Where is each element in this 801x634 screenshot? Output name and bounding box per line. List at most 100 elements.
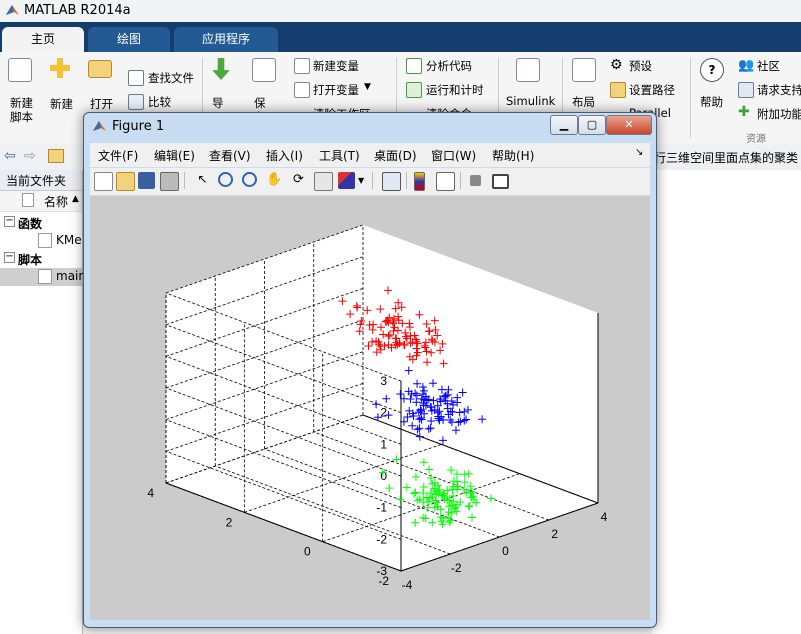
- minimize-button[interactable]: ▁: [550, 115, 578, 135]
- show-plot-tools-icon[interactable]: [492, 174, 509, 189]
- import-data-button[interactable]: 导入 数据: [210, 58, 232, 152]
- preferences-label: 预设: [629, 59, 652, 73]
- z-tick-label: -2: [376, 532, 387, 546]
- hide-plot-tools-icon[interactable]: [470, 175, 481, 186]
- back-arrow-icon[interactable]: ⇦: [4, 148, 16, 164]
- compare-label: 比较: [148, 95, 171, 109]
- y-tick-label: 4: [147, 486, 154, 500]
- menu-desktop[interactable]: 桌面(D): [374, 147, 417, 164]
- add-ons-label: 附加功能: [757, 107, 801, 121]
- new-button[interactable]: 新建: [50, 58, 73, 111]
- save-figure-icon[interactable]: [138, 172, 155, 189]
- new-variable-label: 新建变量: [313, 59, 359, 73]
- name-column-header[interactable]: 名称 ▲: [0, 191, 82, 212]
- collapse-icon[interactable]: −: [4, 216, 15, 227]
- pointer-arrow-icon[interactable]: ↖: [194, 172, 211, 189]
- sort-arrow-icon: ▲: [72, 194, 79, 204]
- up-folder-icon[interactable]: [48, 149, 64, 163]
- x-tick-label: -4: [402, 578, 413, 592]
- simulink-label: Simulink: [506, 94, 556, 108]
- matlab-logo-icon: [93, 121, 106, 131]
- open-variable-icon: [294, 82, 310, 98]
- current-folder-panel: 当前文件夹 名称 ▲ − 函数 KMe − 脚本 main: [0, 170, 86, 634]
- brush-dropdown-icon[interactable]: ▼: [358, 172, 366, 189]
- brush-icon[interactable]: [338, 172, 355, 189]
- find-files-icon: [128, 70, 144, 86]
- figure-title: Figure 1: [112, 119, 165, 134]
- scatter3d-plot[interactable]: 3210-1-2-3-4-2024420-2: [90, 196, 650, 620]
- link-plot-icon[interactable]: [382, 172, 401, 191]
- group-scripts[interactable]: − 脚本: [0, 250, 82, 268]
- app-title: MATLAB R2014a: [24, 3, 131, 18]
- list-item[interactable]: KMe: [0, 232, 82, 250]
- new-plus-icon: [50, 58, 70, 78]
- layout-label: 布局: [572, 95, 595, 109]
- toolbar-separator: [460, 172, 461, 189]
- gear-icon: ⚙: [610, 57, 623, 73]
- tab-home[interactable]: 主页: [2, 27, 84, 52]
- data-cursor-icon[interactable]: [314, 172, 333, 191]
- forward-arrow-icon[interactable]: ⇨: [24, 148, 36, 164]
- ribbon-divider: [690, 58, 691, 138]
- tab-apps[interactable]: 应用程序: [174, 27, 278, 52]
- simulink-icon: [516, 58, 540, 82]
- tab-plots[interactable]: 绘图: [88, 27, 170, 52]
- menu-window[interactable]: 窗口(W): [431, 147, 476, 164]
- y-tick-label: -2: [378, 574, 389, 588]
- z-tick-label: -1: [376, 501, 387, 515]
- legend-icon[interactable]: [436, 172, 455, 191]
- dropdown-arrow-icon: ▼: [364, 82, 371, 92]
- colorbar-icon[interactable]: [414, 172, 425, 191]
- figure-canvas[interactable]: 3 2 1 0 -1 -2 -3 -4 -2 0 2 4 4 2 0 -2: [90, 196, 650, 620]
- menu-edit[interactable]: 编辑(E): [154, 147, 195, 164]
- menu-file[interactable]: 文件(F): [98, 147, 138, 164]
- scripts-group-label: 脚本: [18, 253, 43, 267]
- menu-view[interactable]: 查看(V): [209, 147, 251, 164]
- functions-group-label: 函数: [18, 217, 43, 231]
- menu-tools[interactable]: 工具(T): [319, 147, 360, 164]
- help-label: 帮助: [700, 95, 723, 109]
- name-column-label: 名称: [44, 195, 69, 209]
- command-window-area[interactable]: [652, 170, 801, 634]
- group-functions[interactable]: − 函数: [0, 214, 82, 232]
- save-workspace-button[interactable]: 保存 工作区: [252, 58, 276, 166]
- function-file-icon: [38, 233, 52, 248]
- figure-menubar: 文件(F) 编辑(E) 查看(V) 插入(I) 工具(T) 桌面(D) 窗口(W…: [90, 143, 650, 167]
- maximize-icon: ▢: [586, 118, 598, 131]
- list-item[interactable]: main: [0, 268, 86, 286]
- zoom-out-icon[interactable]: [242, 172, 257, 187]
- community-people-icon: 👥: [738, 58, 755, 73]
- x-tick-label: -2: [451, 561, 462, 575]
- z-tick-label: 0: [380, 469, 387, 483]
- menu-insert[interactable]: 插入(I): [266, 147, 303, 164]
- main-titlebar: MATLAB R2014a: [0, 0, 801, 23]
- print-icon[interactable]: [160, 172, 179, 191]
- find-files-label: 查找文件: [148, 71, 194, 85]
- open-button[interactable]: 打开: [88, 60, 113, 111]
- current-folder-title: 当前文件夹: [6, 174, 67, 188]
- run-time-icon: [406, 82, 422, 98]
- open-file-icon[interactable]: [116, 172, 135, 191]
- figure-window: Figure 1 ▁ ▢ ✕ 文件(F) 编辑(E) 查看(V) 插入(I) 工…: [83, 112, 657, 628]
- new-script-icon: [8, 58, 32, 82]
- zoom-in-icon[interactable]: [218, 172, 233, 187]
- compare-icon: [128, 94, 144, 110]
- analyze-code-label: 分析代码: [426, 59, 472, 73]
- set-path-label: 设置路径: [629, 83, 675, 97]
- new-script-button[interactable]: 新建 脚本: [8, 58, 33, 124]
- new-variable-icon: [294, 58, 310, 74]
- pan-hand-icon[interactable]: ✋: [266, 172, 283, 189]
- dock-arrow-icon[interactable]: ↘: [635, 147, 643, 158]
- new-script-label: 新建 脚本: [10, 96, 33, 124]
- toolbar-separator: [372, 172, 373, 189]
- close-button[interactable]: ✕: [606, 115, 652, 135]
- menu-help[interactable]: 帮助(H): [492, 147, 534, 164]
- open-label: 打开: [90, 97, 113, 111]
- z-tick-label: 1: [380, 437, 387, 451]
- maximize-button[interactable]: ▢: [578, 115, 606, 135]
- rotate-3d-icon[interactable]: ⟳: [290, 172, 307, 189]
- new-figure-icon[interactable]: [94, 172, 113, 191]
- open-variable-label: 打开变量: [313, 83, 359, 97]
- collapse-icon[interactable]: −: [4, 252, 15, 263]
- current-path-text[interactable]: 行三维空间里面点集的聚类: [654, 149, 798, 166]
